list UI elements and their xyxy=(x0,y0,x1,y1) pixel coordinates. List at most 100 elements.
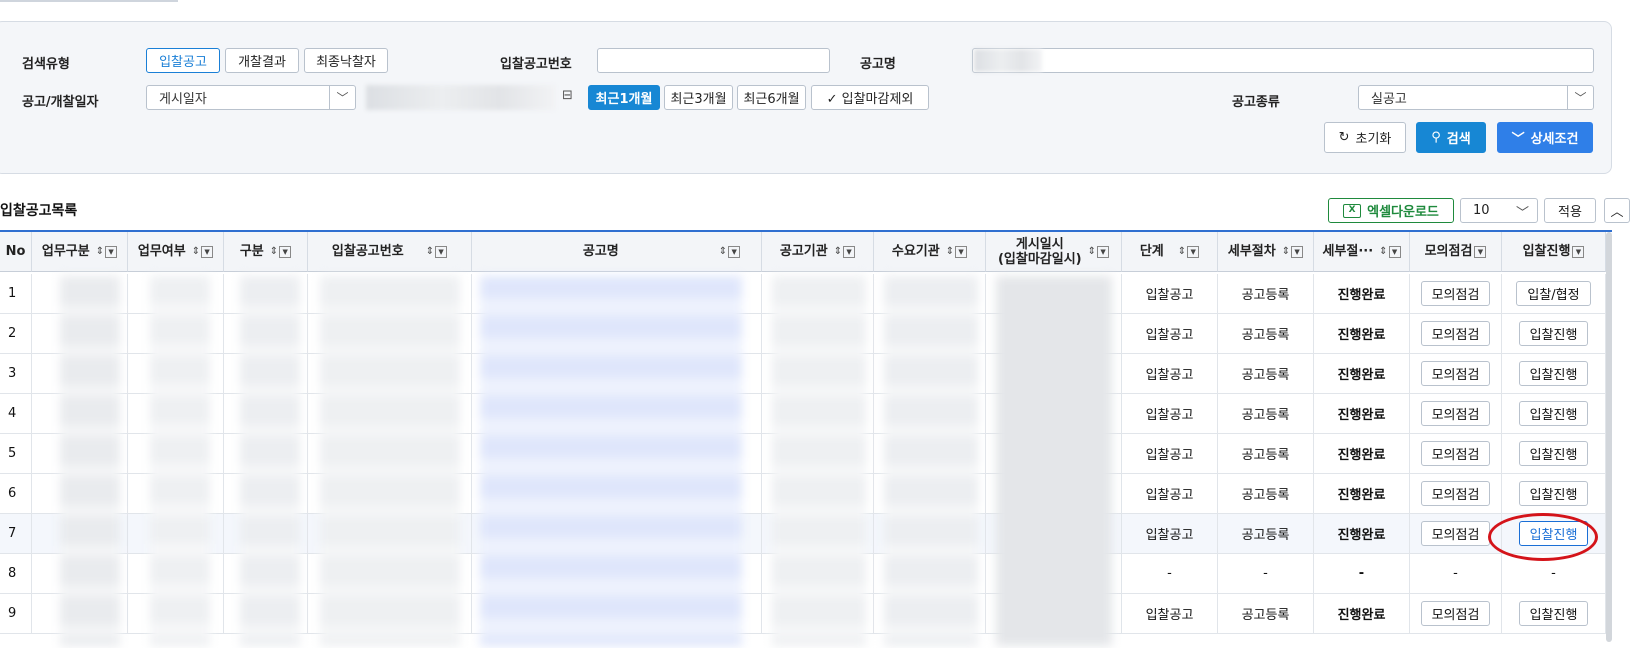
redacted-biz-type-column xyxy=(60,276,120,646)
table-cell-mock: 모의점검 xyxy=(1410,354,1502,394)
notice-kind-select[interactable]: 실공고 ﹀ xyxy=(1358,85,1594,110)
search-type-bid-notice-button[interactable]: 입찰공고 xyxy=(146,48,220,73)
mock-check-button[interactable]: 모의점검 xyxy=(1420,481,1491,506)
filter-icon[interactable]: ▼ xyxy=(1187,245,1200,258)
period-1month-button[interactable]: 최근1개월 xyxy=(588,85,660,110)
table-cell-action: 입찰진행 xyxy=(1502,434,1606,474)
col-header-notice-no[interactable]: 입찰공고번호 ⇕ ▼ xyxy=(308,232,472,272)
reset-button[interactable]: ↻ 초기화 xyxy=(1324,122,1406,153)
bid-proceed-button[interactable]: 입찰진행 xyxy=(1518,401,1589,426)
redacted-demand-column xyxy=(884,276,978,646)
notice-kind-value: 실공고 xyxy=(1371,92,1407,107)
table-cell-status: 진행완료 xyxy=(1314,354,1410,394)
sort-icon[interactable]: ⇕ xyxy=(1282,244,1290,259)
sort-icon[interactable]: ⇕ xyxy=(1088,244,1096,259)
col-header-biz-type[interactable]: 업무구분 ⇕ ▼ xyxy=(32,232,128,272)
sort-icon[interactable]: ⇕ xyxy=(192,244,200,259)
col-header-category[interactable]: 구분 ⇕ ▼ xyxy=(224,232,308,272)
search-type-final-winner-button[interactable]: 최종낙찰자 xyxy=(304,48,388,73)
col-header-mock-check[interactable]: 모의점검 ▼ xyxy=(1410,232,1502,272)
bid-proceed-button[interactable]: 입찰진행 xyxy=(1518,321,1589,346)
table-cell-stage: 입찰공고 xyxy=(1122,434,1218,474)
table-cell-stage: 입찰공고 xyxy=(1122,274,1218,314)
bid-proceed-button[interactable]: 입찰진행 xyxy=(1518,441,1589,466)
vertical-scrollbar[interactable] xyxy=(1606,232,1612,642)
mock-check-button[interactable]: 모의점검 xyxy=(1420,321,1491,346)
filter-icon[interactable]: ▼ xyxy=(1291,245,1304,258)
sort-icon[interactable]: ⇕ xyxy=(270,244,278,259)
filter-icon[interactable]: ▼ xyxy=(435,245,448,258)
cell-text: 진행완료 xyxy=(1337,368,1386,383)
sort-icon[interactable]: ⇕ xyxy=(1379,244,1387,259)
notice-kind-label: 공고종류 xyxy=(1232,95,1280,110)
col-header-notice-name[interactable]: 공고명 ⇕ ▼ xyxy=(472,232,762,272)
period-6months-button[interactable]: 최근6개월 xyxy=(737,85,806,110)
date-range-redacted[interactable] xyxy=(366,85,556,110)
filter-icon[interactable]: ▼ xyxy=(1474,245,1487,258)
calendar-icon[interactable]: ⊟ xyxy=(562,88,573,103)
col-header-detail-proc[interactable]: 세부절차 ⇕ ▼ xyxy=(1218,232,1314,272)
col-header-agency[interactable]: 공고기관 ⇕ ▼ xyxy=(762,232,874,272)
sort-icon[interactable]: ⇕ xyxy=(1178,244,1186,259)
redacted-agency-column xyxy=(772,276,866,646)
sort-icon[interactable]: ⇕ xyxy=(426,244,434,259)
cell-text: 입찰공고 xyxy=(1145,328,1194,343)
col-header-posted-date[interactable]: 게시일시 (입찰마감일시) ⇕ ▼ xyxy=(986,232,1122,272)
table-cell-detail: 공고등록 xyxy=(1218,354,1314,394)
table-cell-mock: 모의점검 xyxy=(1410,514,1502,554)
col-header-detail-status[interactable]: 세부절··· ⇕ ▼ xyxy=(1314,232,1410,272)
detail-conditions-button[interactable]: ﹀ 상세조건 xyxy=(1497,122,1593,153)
mock-check-button[interactable]: 모의점검 xyxy=(1420,601,1491,626)
filter-icon[interactable]: ▼ xyxy=(201,245,214,258)
col-header-stage[interactable]: 단계 ⇕ ▼ xyxy=(1122,232,1218,272)
mock-check-button[interactable]: 모의점검 xyxy=(1420,441,1491,466)
page-size-select[interactable]: 10 ﹀ xyxy=(1460,198,1538,223)
filter-icon[interactable]: ▼ xyxy=(279,245,292,258)
col-header-no[interactable]: No xyxy=(0,232,32,272)
mock-check-button[interactable]: 모의점검 xyxy=(1420,361,1491,386)
excel-download-button[interactable]: X 엑셀다운로드 xyxy=(1328,198,1454,223)
bid-proceed-button[interactable]: 입찰진행 xyxy=(1518,481,1589,506)
exclude-closed-toggle[interactable]: ✓ 입찰마감제외 xyxy=(811,85,929,110)
date-type-select[interactable]: 게시일자 ﹀ xyxy=(146,85,356,110)
cell-text: 입찰공고 xyxy=(1145,608,1194,623)
filter-icon[interactable]: ▼ xyxy=(1572,245,1585,258)
cell-text: - xyxy=(1551,566,1556,581)
sort-icon[interactable]: ⇕ xyxy=(719,244,727,259)
table-cell-mock: 모의점검 xyxy=(1410,314,1502,354)
bid-proceed-button[interactable]: 입찰진행 xyxy=(1518,361,1589,386)
cell-text: 진행완료 xyxy=(1337,608,1386,623)
filter-icon[interactable]: ▼ xyxy=(105,245,118,258)
sort-icon[interactable]: ⇕ xyxy=(96,244,104,259)
cell-text: - xyxy=(1358,566,1365,581)
mock-check-button[interactable]: 모의점검 xyxy=(1420,401,1491,426)
bid-proceed-button[interactable]: 입찰진행 xyxy=(1518,601,1589,626)
col-header-demand-agency[interactable]: 수요기관 ⇕ ▼ xyxy=(874,232,986,272)
search-button[interactable]: ⚲ 검색 xyxy=(1416,122,1486,153)
table-cell-detail: 공고등록 xyxy=(1218,594,1314,634)
filter-icon[interactable]: ▼ xyxy=(955,245,968,258)
sort-icon[interactable]: ⇕ xyxy=(834,244,842,259)
col-header-biz-yn[interactable]: 업무여부 ⇕ ▼ xyxy=(128,232,224,272)
table-cell-no: 7 xyxy=(0,514,32,554)
cell-text: 7 xyxy=(8,526,17,541)
mock-check-button[interactable]: 모의점검 xyxy=(1420,521,1491,546)
period-3months-button[interactable]: 최근3개월 xyxy=(664,85,733,110)
filter-icon[interactable]: ▼ xyxy=(728,245,741,258)
collapse-button[interactable]: ︿ xyxy=(1604,198,1630,223)
notice-name-input[interactable] xyxy=(972,48,1594,73)
filter-icon[interactable]: ▼ xyxy=(1388,245,1401,258)
cell-text: 4 xyxy=(8,406,17,421)
filter-icon[interactable]: ▼ xyxy=(843,245,856,258)
bid-proceed-button[interactable]: 입찰/협정 xyxy=(1516,281,1591,306)
apply-button[interactable]: 적용 xyxy=(1544,198,1596,223)
sort-icon[interactable]: ⇕ xyxy=(946,244,954,259)
col-header-bid-proc[interactable]: 입찰진행 ▼ xyxy=(1502,232,1606,272)
bid-proceed-button[interactable]: 입찰진행 xyxy=(1518,521,1589,546)
filter-icon[interactable]: ▼ xyxy=(1097,245,1110,258)
cell-text: 진행완료 xyxy=(1337,288,1386,303)
mock-check-button[interactable]: 모의점검 xyxy=(1420,281,1491,306)
notice-number-input[interactable] xyxy=(597,48,830,73)
redacted-notice-name-column xyxy=(480,276,742,646)
search-type-opening-result-button[interactable]: 개찰결과 xyxy=(225,48,299,73)
